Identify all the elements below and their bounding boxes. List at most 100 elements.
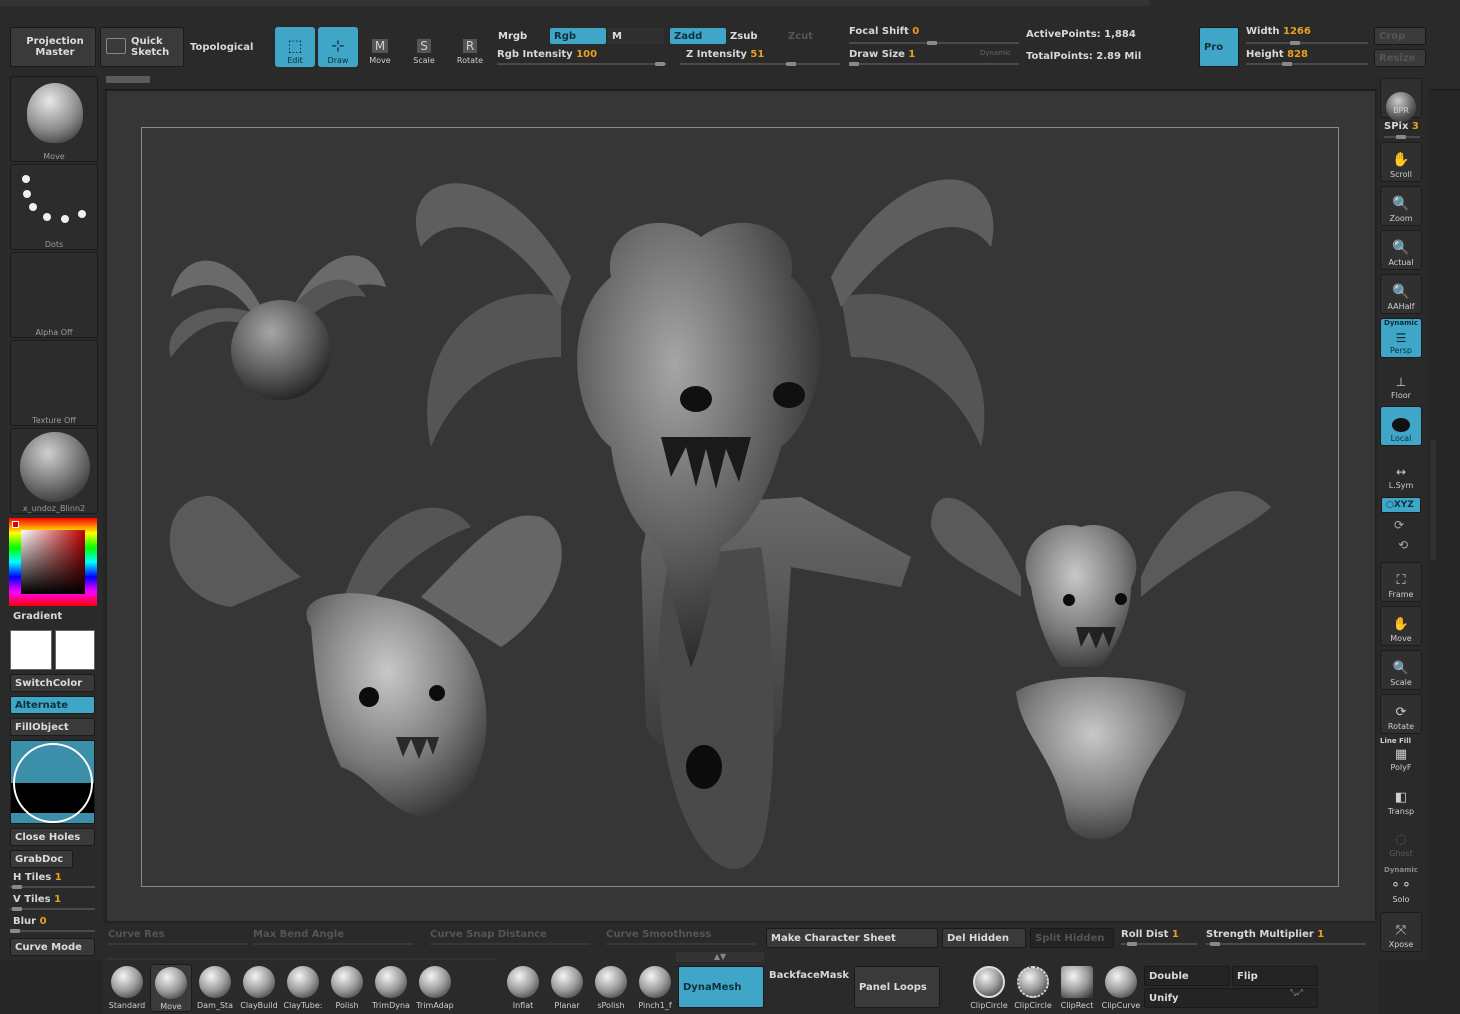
edit-button[interactable]: ⬚ Edit: [275, 27, 315, 67]
clip-rect-button[interactable]: ClipRect: [1056, 964, 1098, 1012]
rotate-button[interactable]: R Rotate: [450, 27, 490, 67]
strength-multiplier-label[interactable]: Strength Multiplier 1: [1206, 929, 1324, 940]
brush-dam-standard[interactable]: Dam_Sta: [194, 964, 236, 1012]
bpr-button[interactable]: BPR: [1380, 78, 1422, 122]
ghost-button[interactable]: ◌ Ghost: [1380, 824, 1422, 860]
xyz-button[interactable]: ○XYZ: [1381, 497, 1421, 513]
del-hidden-button[interactable]: Del Hidden: [942, 928, 1026, 948]
dynamesh-button[interactable]: DynaMesh: [678, 966, 764, 1008]
collapse-arrow-icon[interactable]: ▲▼: [676, 952, 764, 962]
spix-slider[interactable]: [1384, 135, 1420, 139]
curve-snap-distance-slider[interactable]: [430, 943, 590, 945]
height-slider[interactable]: [1246, 62, 1368, 66]
floor-button[interactable]: ⊥ Floor: [1380, 362, 1422, 402]
horned-demon-bust-sculpt[interactable]: [931, 491, 1271, 840]
spix-label[interactable]: SPix 3: [1384, 121, 1419, 132]
blur-label[interactable]: Blur 0: [13, 916, 47, 927]
alternate-button[interactable]: Alternate: [10, 696, 95, 714]
aahalf-button[interactable]: 🔍 AAHalf: [1380, 274, 1422, 314]
draw-size-label[interactable]: Draw Size 1: [849, 49, 915, 60]
clip-circle-center-button[interactable]: ClipCircle: [1012, 964, 1054, 1012]
focal-shift-slider[interactable]: [849, 41, 1019, 45]
frame-button[interactable]: ⛶ Frame: [1380, 562, 1422, 602]
draw-button[interactable]: ⊹ Draw: [318, 27, 358, 67]
topological-label[interactable]: Topological: [190, 42, 253, 53]
projection-master-button[interactable]: Projection Master: [10, 27, 96, 67]
h-tiles-label[interactable]: H Tiles 1: [13, 872, 62, 883]
blur-slider[interactable]: [10, 929, 95, 933]
strength-multiplier-slider[interactable]: [1206, 942, 1366, 946]
brush-pinch[interactable]: Pinch1_f: [634, 964, 676, 1012]
curve-smoothness-slider[interactable]: [606, 943, 756, 945]
mrgb-button[interactable]: Mrgb: [494, 28, 550, 44]
stroke-thumbnail[interactable]: Dots: [10, 164, 98, 250]
max-bend-angle-label[interactable]: Max Bend Angle: [253, 929, 344, 940]
texture-thumbnail[interactable]: Texture Off: [10, 340, 98, 426]
curve-res-slider[interactable]: [108, 943, 248, 945]
rotate-y-icon[interactable]: ⟳: [1394, 518, 1404, 532]
curve-smoothness-label[interactable]: Curve Smoothness: [606, 929, 711, 940]
brush-inflat[interactable]: Inflat: [502, 964, 544, 1012]
split-hidden-button[interactable]: Split Hidden: [1030, 928, 1114, 948]
width-label[interactable]: Width 1266: [1246, 26, 1311, 37]
move-view-button[interactable]: ✋ Move: [1380, 606, 1422, 646]
rotate-view-button[interactable]: ⟳ Rotate: [1380, 694, 1422, 734]
brush-claytubes[interactable]: ClayTube:: [282, 964, 324, 1012]
solo-button[interactable]: Dynamic ⚬⚬ Solo: [1380, 866, 1422, 906]
horned-skull-sculpt[interactable]: [169, 495, 562, 817]
height-label[interactable]: Height 828: [1246, 49, 1308, 60]
brush-trimdynamic[interactable]: TrimDyna: [370, 964, 412, 1012]
rgb-button[interactable]: Rgb: [550, 28, 606, 44]
zoom-button[interactable]: 🔍 Zoom: [1380, 186, 1422, 226]
curve-mode-button[interactable]: Curve Mode: [10, 938, 95, 956]
persp-button[interactable]: Dynamic ☰ Persp: [1380, 318, 1422, 358]
scale-view-button[interactable]: 🔍 Scale: [1380, 650, 1422, 690]
clip-circle-button[interactable]: ClipCircle: [968, 964, 1010, 1012]
curve-snap-distance-label[interactable]: Curve Snap Distance: [430, 929, 547, 940]
lightbox-preview[interactable]: [10, 740, 95, 824]
material-thumbnail[interactable]: x_undoz_Blinn2: [10, 428, 98, 514]
fillobject-button[interactable]: FillObject: [10, 718, 95, 736]
make-character-sheet-button[interactable]: Make Character Sheet: [766, 928, 938, 948]
scroll-button[interactable]: ✋ Scroll: [1380, 142, 1422, 182]
pro-button[interactable]: Pro: [1199, 27, 1239, 67]
clip-curve-button[interactable]: ClipCurve: [1100, 964, 1142, 1012]
main-color-swatch[interactable]: [10, 630, 52, 670]
dynamic-toggle[interactable]: Dynamic: [980, 49, 1011, 57]
alpha-thumbnail[interactable]: Alpha Off: [10, 252, 98, 338]
brush-polish[interactable]: Polish: [326, 964, 368, 1012]
brush-spolish[interactable]: sPolish: [590, 964, 632, 1012]
roll-dist-label[interactable]: Roll Dist 1: [1121, 929, 1179, 940]
gradient-label[interactable]: Gradient: [13, 611, 62, 622]
close-holes-button[interactable]: Close Holes: [10, 828, 95, 846]
right-tray-edge[interactable]: [1430, 440, 1436, 560]
v-tiles-slider[interactable]: [10, 907, 95, 911]
grabdoc-button[interactable]: GrabDoc: [10, 850, 73, 868]
backfacemask-label[interactable]: BackfaceMask: [769, 970, 849, 981]
sculpt-viewport[interactable]: [141, 127, 1339, 887]
polyf-button[interactable]: ▦ PolyF: [1380, 742, 1422, 774]
actual-button[interactable]: 🔍 Actual: [1380, 230, 1422, 270]
canvas-scroll-tab[interactable]: [106, 76, 150, 83]
secondary-color-swatch[interactable]: [55, 630, 95, 670]
max-bend-angle-slider[interactable]: [253, 943, 413, 945]
width-slider[interactable]: [1246, 41, 1368, 45]
lsym-button[interactable]: ↔ L.Sym: [1380, 452, 1422, 492]
zcut-button[interactable]: Zcut: [784, 28, 840, 44]
brush-move[interactable]: Move: [150, 964, 192, 1012]
z-intensity-slider[interactable]: [680, 62, 840, 66]
focal-shift-label[interactable]: Focal Shift 0: [849, 26, 919, 37]
crop-button[interactable]: Crop: [1374, 27, 1426, 45]
brush-trimadaptive[interactable]: TrimAdap: [414, 964, 456, 1012]
color-picker-square[interactable]: [21, 530, 85, 594]
brush-planar[interactable]: Planar: [546, 964, 588, 1012]
double-button[interactable]: Double: [1144, 966, 1230, 986]
brush-claybuildup[interactable]: ClayBuild: [238, 964, 280, 1012]
z-intensity-label[interactable]: Z Intensity 51: [686, 49, 764, 60]
v-tiles-label[interactable]: V Tiles 1: [13, 894, 61, 905]
draw-size-slider[interactable]: [849, 62, 1019, 66]
rgb-intensity-slider[interactable]: [497, 62, 667, 66]
panel-loops-button[interactable]: Panel Loops: [854, 966, 940, 1008]
switchcolor-button[interactable]: SwitchColor: [10, 674, 95, 692]
brush-standard[interactable]: Standard: [106, 964, 148, 1012]
